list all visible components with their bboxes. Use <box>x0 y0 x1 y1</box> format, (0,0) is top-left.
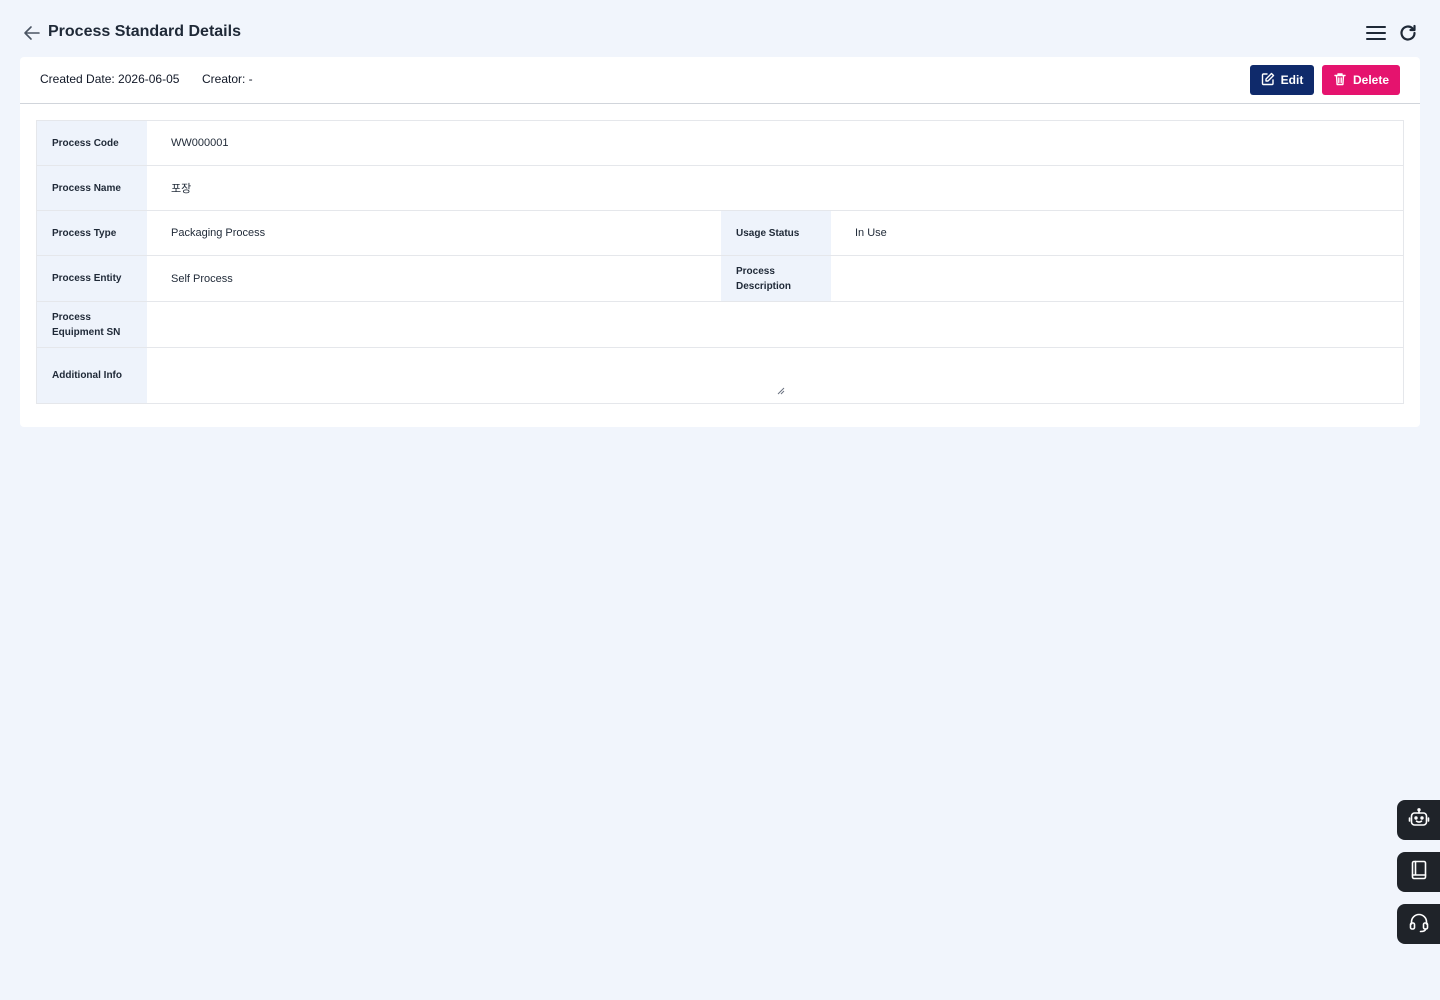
manual-book-icon <box>1408 859 1430 886</box>
value-process-entity: Self Process <box>171 272 233 285</box>
manual-button[interactable] <box>1397 852 1440 892</box>
row-process-code: Process Code WW000001 <box>37 121 1403 166</box>
page-header: Process Standard Details <box>0 0 1440 57</box>
edit-icon <box>1261 72 1275 89</box>
delete-label: Delete <box>1352 73 1390 87</box>
card-toolbar: Created Date: 2026-06-05 Creator: - Edit… <box>20 57 1420 104</box>
value-equipment-sn <box>147 302 1403 347</box>
trash-icon <box>1333 72 1347 89</box>
value-process-description <box>831 256 1403 301</box>
support-button[interactable] <box>1397 904 1440 944</box>
page-title: Process Standard Details <box>48 23 241 40</box>
chatbot-button[interactable] <box>1397 800 1440 840</box>
row-equipment-sn: Process Equipment SN <box>37 302 1403 348</box>
label-usage-status: Usage Status <box>721 211 831 255</box>
process-detail-table: Process Code WW000001 Process Name 포장 Pr… <box>36 120 1404 404</box>
edit-button[interactable]: Edit <box>1250 65 1314 95</box>
value-process-type: Packaging Process <box>171 227 266 239</box>
row-process-name: Process Name 포장 <box>37 166 1403 211</box>
chatbot-icon <box>1408 807 1430 834</box>
label-process-code: Process Code <box>37 121 147 165</box>
created-date: Created Date: 2026-06-05 <box>40 72 180 86</box>
value-process-code: WW000001 <box>171 137 229 149</box>
row-additional-info: Additional Info <box>37 348 1403 403</box>
label-process-entity: Process Entity <box>37 256 147 301</box>
label-equipment-sn: Process Equipment SN <box>37 302 147 347</box>
label-process-type: Process Type <box>37 211 147 255</box>
label-process-name: Process Name <box>37 166 147 210</box>
detail-card: Created Date: 2026-06-05 Creator: - Edit… <box>20 57 1420 427</box>
refresh-icon[interactable] <box>1398 23 1418 43</box>
delete-button[interactable]: Delete <box>1322 65 1400 95</box>
row-process-entity: Process Entity Self Process Process Desc… <box>37 256 1403 302</box>
hamburger-menu-icon[interactable] <box>1365 23 1387 43</box>
creator: Creator: - <box>202 72 253 86</box>
edit-label: Edit <box>1280 73 1304 87</box>
resize-grip-icon[interactable] <box>777 386 785 395</box>
support-headset-icon <box>1408 911 1430 938</box>
row-process-type: Process Type Packaging Process Usage Sta… <box>37 211 1403 256</box>
additional-info-textarea[interactable] <box>147 348 1403 403</box>
label-process-description: Process Description <box>721 256 831 301</box>
value-usage-status: In Use <box>855 227 887 239</box>
label-additional-info: Additional Info <box>37 348 147 403</box>
back-arrow-icon[interactable] <box>22 23 42 43</box>
value-process-name: 포장 <box>171 183 192 195</box>
